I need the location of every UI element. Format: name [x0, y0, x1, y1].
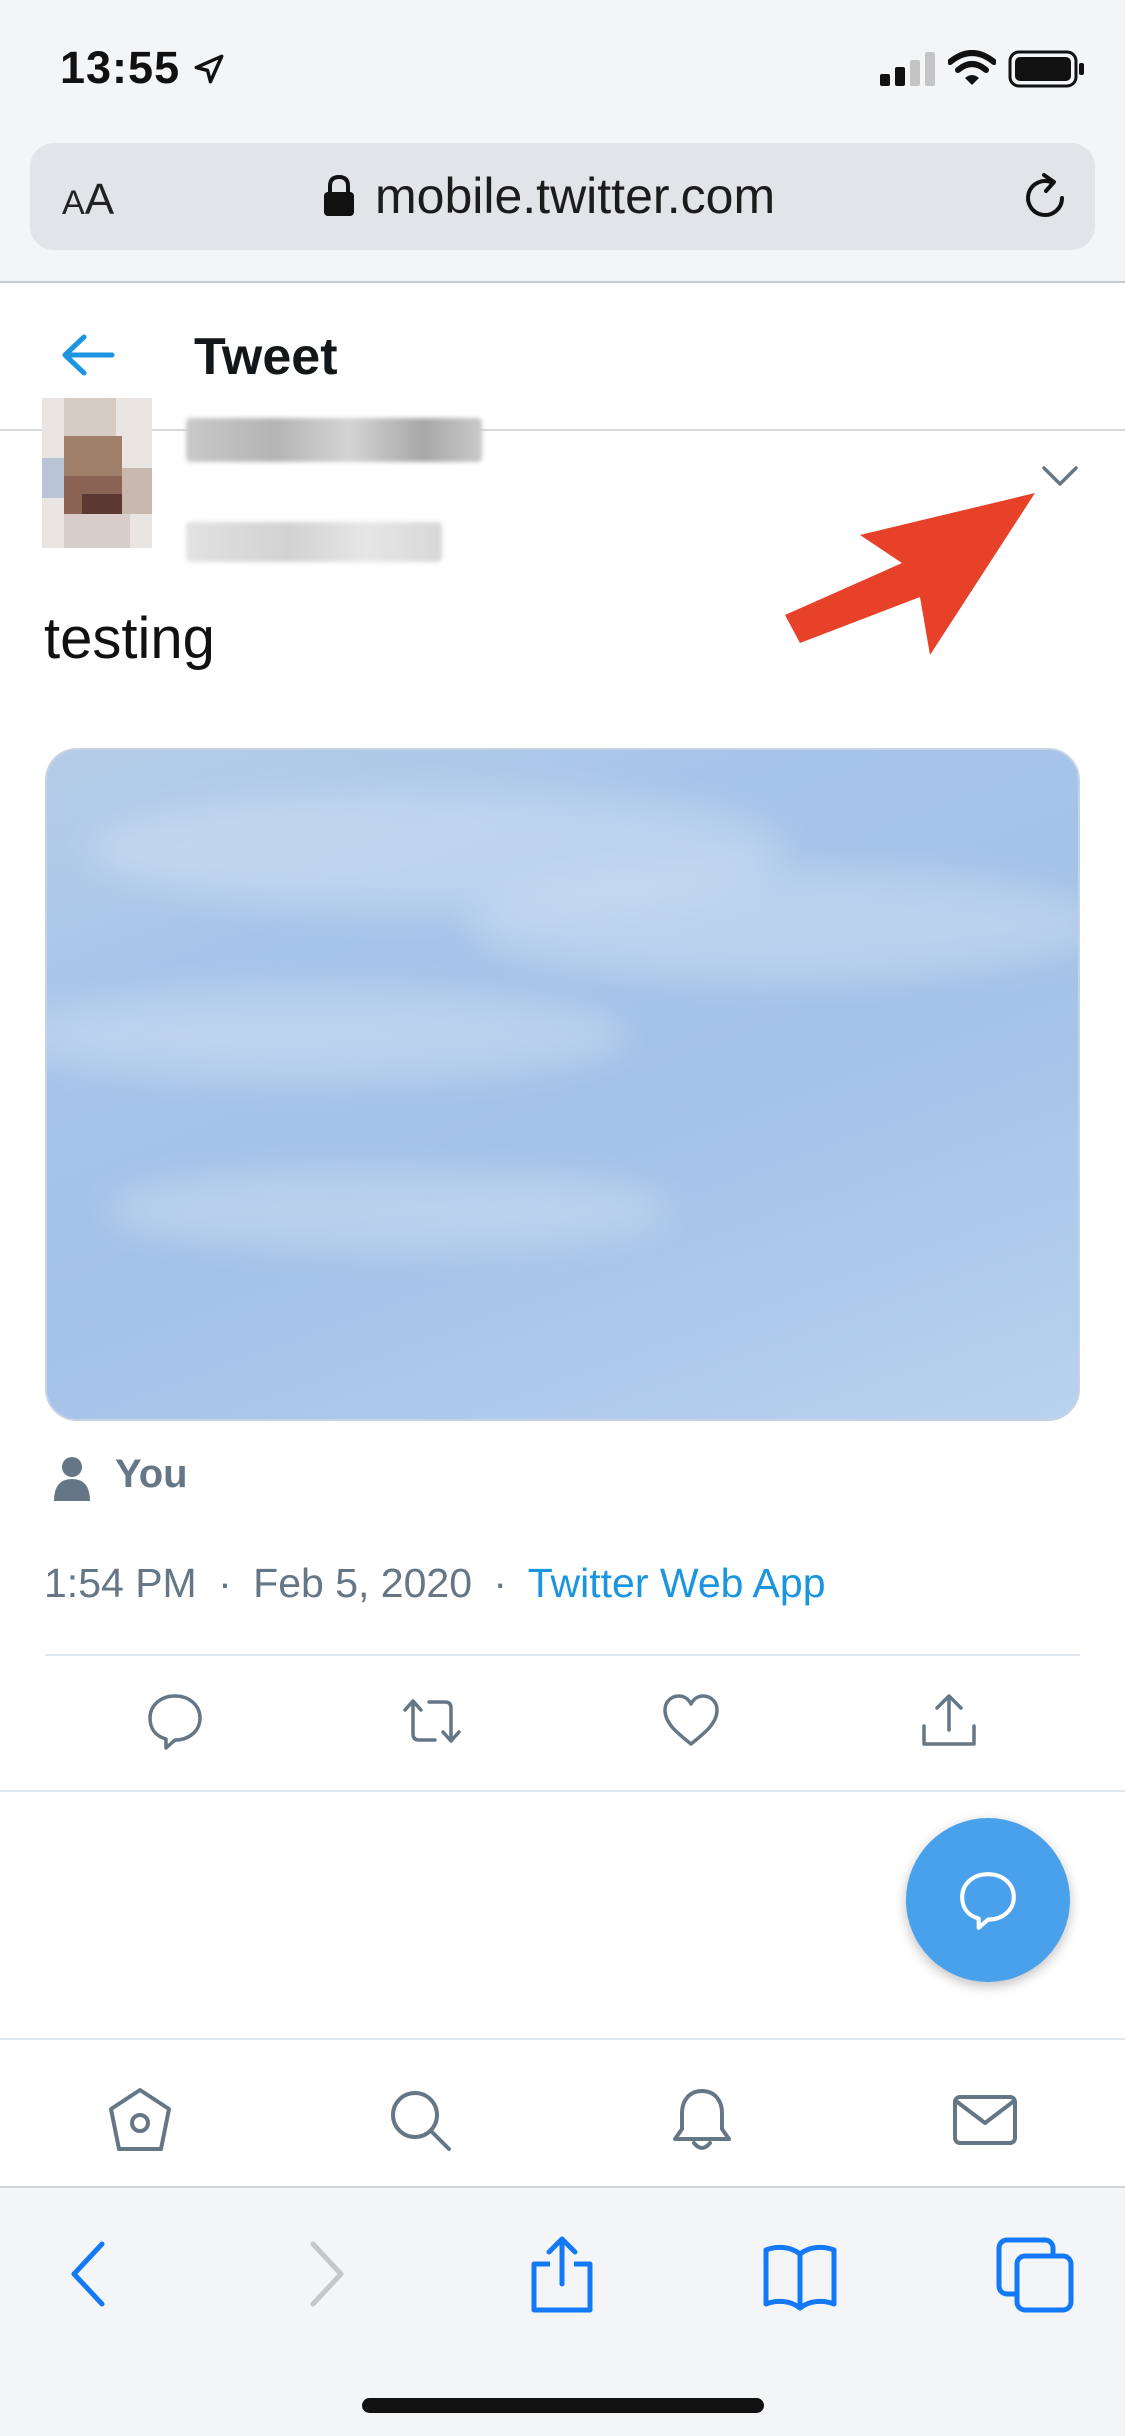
divider — [45, 1654, 1080, 1656]
reply-icon — [960, 1872, 1016, 1930]
messages-icon[interactable] — [950, 2085, 1020, 2155]
annotation-arrow-icon — [785, 493, 1035, 655]
share-icon[interactable] — [918, 1690, 980, 1752]
reply-icon[interactable] — [144, 1690, 206, 1752]
avatar[interactable] — [42, 398, 152, 548]
divider — [0, 1790, 1125, 1792]
user-display-name[interactable] — [186, 418, 482, 462]
tweet-page-header: Tweet — [0, 283, 1125, 431]
home-icon[interactable] — [105, 2085, 175, 2155]
search-icon[interactable] — [385, 2085, 455, 2155]
tweet-actions-bar — [0, 1690, 1125, 1760]
tweet-text: testing — [44, 606, 215, 671]
user-handle[interactable] — [186, 522, 442, 562]
compose-reply-button[interactable] — [906, 1818, 1070, 1982]
reload-icon[interactable] — [1018, 171, 1072, 225]
separator: · — [493, 1560, 508, 1606]
twitter-bottom-nav — [0, 2038, 1125, 2188]
battery-icon — [1008, 50, 1084, 88]
like-icon[interactable] — [660, 1690, 722, 1752]
chevron-down-icon[interactable] — [1040, 462, 1080, 492]
tweet-source-link[interactable]: Twitter Web App — [528, 1560, 826, 1606]
back-arrow-icon[interactable] — [60, 333, 116, 377]
cellular-signal-icon — [880, 52, 935, 86]
tweet-image[interactable] — [45, 748, 1080, 1421]
lock-icon — [324, 174, 354, 216]
audience-label: You — [115, 1452, 188, 1496]
retweet-icon[interactable] — [401, 1690, 463, 1752]
url-bar[interactable]: AA mobile.twitter.com — [30, 143, 1095, 250]
back-icon[interactable] — [50, 2234, 130, 2314]
tweet-time[interactable]: 1:54 PM — [44, 1560, 197, 1606]
share-icon[interactable] — [522, 2234, 602, 2314]
page-title: Tweet — [194, 328, 338, 386]
home-indicator[interactable] — [362, 2398, 764, 2413]
location-arrow-icon — [194, 54, 224, 84]
tabs-icon[interactable] — [995, 2234, 1075, 2314]
forward-icon[interactable] — [285, 2234, 365, 2314]
tweet-date[interactable]: Feb 5, 2020 — [253, 1560, 472, 1606]
notifications-icon[interactable] — [667, 2085, 737, 2155]
separator: · — [218, 1560, 232, 1606]
browser-top-chrome: 13:55 AA mobile.twitter.com — [0, 0, 1125, 283]
tweet-timestamp: 1:54 PM · Feb 5, 2020 · Twitter Web App — [44, 1560, 826, 1607]
url-text[interactable]: mobile.twitter.com — [375, 167, 775, 225]
bookmarks-icon[interactable] — [760, 2234, 840, 2314]
status-time: 13:55 — [60, 42, 181, 93]
text-size-button[interactable]: AA — [62, 175, 114, 225]
wifi-icon — [948, 50, 996, 85]
person-icon — [54, 1457, 90, 1501]
